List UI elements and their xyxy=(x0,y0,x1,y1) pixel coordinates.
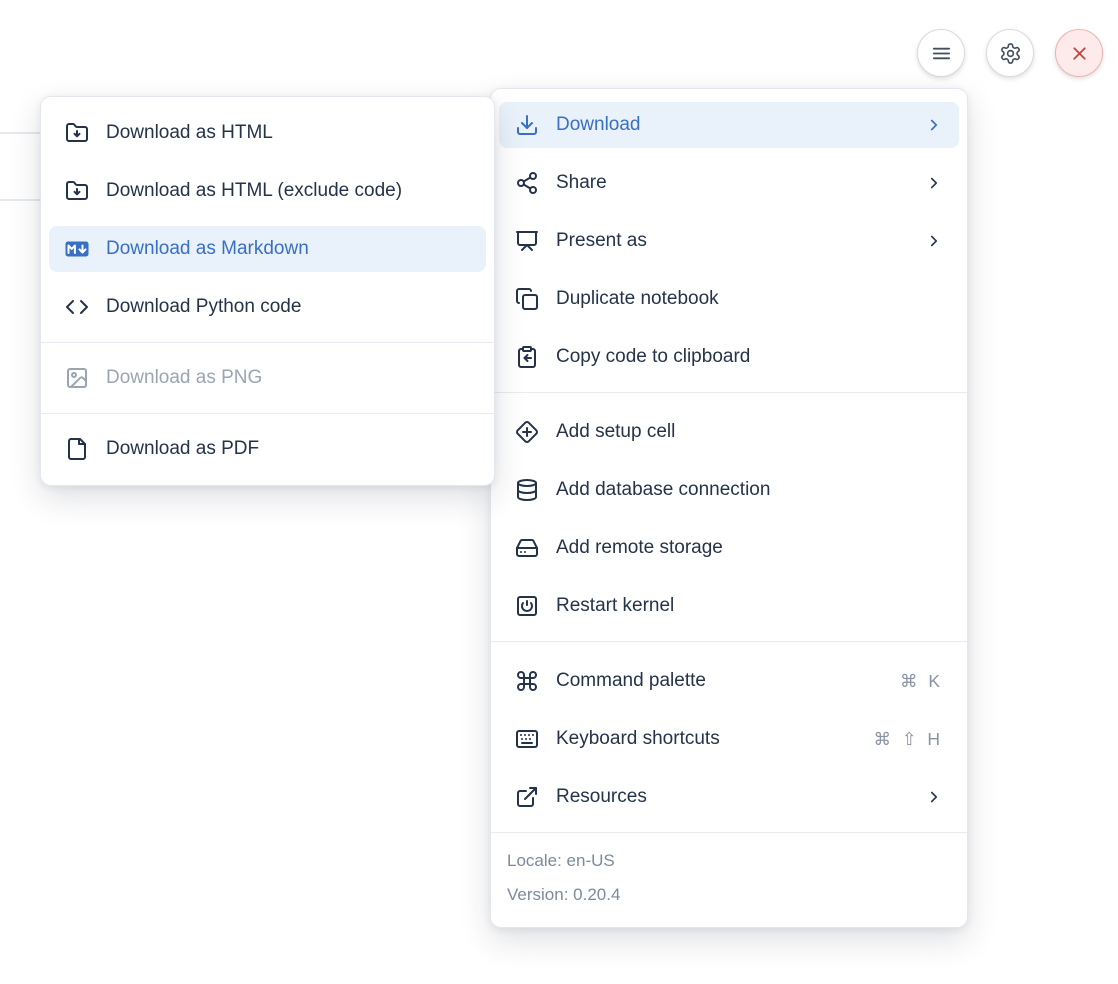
menu-item-label: Copy code to clipboard xyxy=(556,346,943,368)
file-icon xyxy=(65,437,89,461)
menu-item-download-as-png: Download as PNG xyxy=(49,355,486,401)
menu-item-label: Restart kernel xyxy=(556,595,943,617)
menu-item-label: Download as HTML (exclude code) xyxy=(106,180,470,202)
code-icon xyxy=(65,295,89,319)
copy-icon xyxy=(515,287,539,311)
shortcut-hint: ⌘ ⇧ H xyxy=(873,729,943,750)
menu-separator xyxy=(491,641,967,642)
clipboard-copy-icon xyxy=(515,345,539,369)
background-cell-rule xyxy=(0,199,41,201)
menu-item-label: Resources xyxy=(556,786,908,808)
menu-item-label: Download as PDF xyxy=(106,438,470,460)
menu-item-label: Download as HTML xyxy=(106,122,470,144)
background-cell-rule xyxy=(0,132,41,134)
menu-item-label: Download as Markdown xyxy=(106,238,470,260)
menu-item-label: Download xyxy=(556,114,908,136)
menu-item-label: Keyboard shortcuts xyxy=(556,728,856,750)
share-icon xyxy=(515,171,539,195)
external-link-icon xyxy=(515,785,539,809)
command-icon xyxy=(515,669,539,693)
menu-item-keyboard-shortcuts[interactable]: Keyboard shortcuts ⌘ ⇧ H xyxy=(499,716,959,762)
presentation-icon xyxy=(515,229,539,253)
menu-item-download-as-pdf[interactable]: Download as PDF xyxy=(49,426,486,472)
menu-item-label: Add database connection xyxy=(556,479,943,501)
menu-item-copy-code[interactable]: Copy code to clipboard xyxy=(499,334,959,380)
menu-item-download-python-code[interactable]: Download Python code xyxy=(49,284,486,330)
menu-item-restart-kernel[interactable]: Restart kernel xyxy=(499,583,959,629)
hamburger-icon xyxy=(930,42,953,65)
menu-item-duplicate-notebook[interactable]: Duplicate notebook xyxy=(499,276,959,322)
menu-item-label: Download as PNG xyxy=(106,367,470,389)
diamond-plus-icon xyxy=(515,420,539,444)
chevron-right-icon xyxy=(925,174,943,192)
locale-text: Locale: en-US xyxy=(507,844,951,878)
gear-icon xyxy=(999,42,1022,65)
shutdown-button[interactable] xyxy=(1055,29,1103,77)
folder-down-icon xyxy=(65,121,89,145)
menu-item-label: Add setup cell xyxy=(556,421,943,443)
menu-item-label: Add remote storage xyxy=(556,537,943,559)
menu-item-label: Duplicate notebook xyxy=(556,288,943,310)
notebook-toolbar xyxy=(917,29,1103,77)
download-icon xyxy=(515,113,539,137)
menu-item-download[interactable]: Download xyxy=(499,102,959,148)
menu-item-command-palette[interactable]: Command palette ⌘ K xyxy=(499,658,959,704)
menu-item-label: Present as xyxy=(556,230,908,252)
menu-item-label: Command palette xyxy=(556,670,883,692)
menu-item-add-setup-cell[interactable]: Add setup cell xyxy=(499,409,959,455)
version-text: Version: 0.20.4 xyxy=(507,878,951,912)
settings-button[interactable] xyxy=(986,29,1034,77)
chevron-right-icon xyxy=(925,232,943,250)
markdown-icon xyxy=(65,237,89,261)
database-icon xyxy=(515,478,539,502)
download-submenu: Download as HTML Download as HTML (exclu… xyxy=(40,96,495,486)
notebook-menu-button[interactable] xyxy=(917,29,965,77)
notebook-actions-menu: Download Share Present as Duplicate note… xyxy=(490,88,968,928)
power-square-icon xyxy=(515,594,539,618)
menu-item-add-remote-storage[interactable]: Add remote storage xyxy=(499,525,959,571)
menu-item-label: Download Python code xyxy=(106,296,470,318)
menu-item-resources[interactable]: Resources xyxy=(499,774,959,820)
menu-separator xyxy=(41,413,494,414)
shortcut-hint: ⌘ K xyxy=(900,671,943,692)
menu-item-share[interactable]: Share xyxy=(499,160,959,206)
chevron-right-icon xyxy=(925,116,943,134)
menu-item-present-as[interactable]: Present as xyxy=(499,218,959,264)
menu-footer: Locale: en-US Version: 0.20.4 xyxy=(491,832,967,914)
hard-drive-icon xyxy=(515,536,539,560)
menu-item-download-as-markdown[interactable]: Download as Markdown xyxy=(49,226,486,272)
menu-item-label: Share xyxy=(556,172,908,194)
menu-item-add-database-connection[interactable]: Add database connection xyxy=(499,467,959,513)
image-icon xyxy=(65,366,89,390)
close-icon xyxy=(1069,43,1090,64)
menu-item-download-as-html-exclude-code[interactable]: Download as HTML (exclude code) xyxy=(49,168,486,214)
keyboard-icon xyxy=(515,727,539,751)
menu-separator xyxy=(41,342,494,343)
folder-down-icon xyxy=(65,179,89,203)
menu-separator xyxy=(491,392,967,393)
chevron-right-icon xyxy=(925,788,943,806)
menu-item-download-as-html[interactable]: Download as HTML xyxy=(49,110,486,156)
